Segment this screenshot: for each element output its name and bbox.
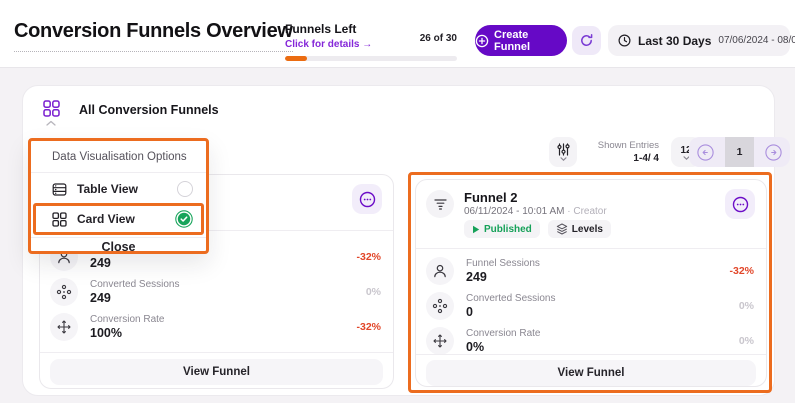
card-menu-button[interactable] [725, 189, 755, 219]
stat-converted-sessions: Converted Sessions 249 0% [40, 274, 393, 310]
grid-icon [43, 100, 60, 117]
stat-trend: -32% [356, 251, 381, 263]
funnel-creator: · Creator [567, 206, 606, 217]
clock-icon [618, 34, 631, 47]
stat-value: 249 [466, 270, 540, 284]
levels-badge: Levels [548, 220, 611, 238]
shown-entries-label: Shown Entries [579, 140, 659, 151]
shown-entries: Shown Entries 1-4/ 4 [579, 140, 659, 164]
divider [416, 354, 766, 355]
person-icon [426, 257, 454, 285]
divider [416, 248, 766, 249]
refresh-icon [579, 33, 594, 48]
funnel-card-2: Funnel 2 06/11/2024 - 10:01 AM · Creator… [415, 179, 767, 387]
table-icon [52, 182, 67, 197]
divider [31, 237, 206, 238]
page-number[interactable]: 1 [725, 137, 754, 167]
sliders-icon [557, 143, 570, 156]
chevron-up-icon[interactable] [46, 120, 56, 126]
badges: Published Levels [464, 220, 611, 238]
panel-title: All Conversion Funnels [79, 103, 219, 117]
plus-circle-icon [475, 34, 489, 48]
filter-sort-button[interactable] [549, 137, 577, 167]
prev-page-button[interactable] [689, 137, 722, 167]
cluster-icon [50, 278, 78, 306]
card-view-option[interactable]: Card View [33, 203, 204, 235]
funnels-left-widget: Funnels Left Click for details → 26 of 3… [285, 22, 457, 61]
card-view-label: Card View [77, 212, 135, 226]
data-visualisation-popup: Data Visualisation Options Table View Ca… [28, 138, 209, 254]
date-range-value: 07/06/2024 - 08/04/2024 [718, 35, 795, 46]
refresh-button[interactable] [572, 26, 601, 55]
stat-label: Conversion Rate [90, 314, 164, 325]
date-range-picker[interactable]: Last 30 Days 07/06/2024 - 08/04/2024 [608, 25, 790, 56]
check-circle-icon[interactable] [175, 210, 193, 228]
stat-trend: 0% [739, 335, 754, 347]
ellipsis-circle-icon [359, 191, 376, 208]
grid-icon [52, 212, 67, 227]
stat-trend: 0% [366, 286, 381, 298]
stat-label: Funnel Sessions [466, 258, 540, 269]
stat-label: Conversion Rate [466, 328, 540, 339]
pagination: 1 [689, 137, 790, 167]
stat-value: 0 [466, 305, 556, 319]
move-arrows-icon [50, 313, 78, 341]
play-icon [472, 225, 480, 234]
stat-value: 0% [466, 340, 540, 354]
popup-title: Data Visualisation Options [52, 151, 187, 163]
stat-value: 249 [90, 256, 111, 270]
stat-converted-sessions: Converted Sessions 0 0% [416, 288, 766, 324]
funnel-title: Funnel 2 [464, 190, 517, 205]
top-bar: Conversion Funnels Overview Funnels Left… [0, 0, 795, 68]
stat-value: 100% [90, 326, 164, 340]
create-funnel-label: Create Funnel [494, 29, 567, 53]
stat-label: Converted Sessions [466, 293, 556, 304]
create-funnel-button[interactable]: Create Funnel [475, 25, 567, 56]
chevron-down-icon [560, 157, 567, 161]
stat-trend: -32% [729, 265, 754, 277]
stat-value: 249 [90, 291, 180, 305]
funnels-left-count: 26 of 30 [420, 33, 457, 44]
stat-label: Converted Sessions [90, 279, 180, 290]
stat-trend: 0% [739, 300, 754, 312]
stat-conversion-rate: Conversion Rate 100% -32% [40, 309, 393, 345]
published-badge: Published [464, 220, 540, 238]
table-view-option[interactable]: Table View [31, 174, 206, 204]
view-funnel-button[interactable]: View Funnel [50, 359, 383, 385]
funnels-progress-fill [285, 56, 307, 61]
stat-trend: -32% [356, 321, 381, 333]
radio-unchecked-icon[interactable] [177, 181, 193, 197]
close-button[interactable]: Close [31, 240, 206, 254]
shown-entries-value: 1-4/ 4 [579, 153, 659, 164]
table-view-label: Table View [77, 182, 138, 196]
layers-icon [556, 223, 568, 235]
card-menu-button[interactable] [352, 184, 382, 214]
stat-funnel-sessions: Funnel Sessions 249 -32% [416, 253, 766, 289]
funnels-progress-track [285, 56, 457, 61]
funnel-icon [426, 190, 454, 218]
date-preset-label: Last 30 Days [638, 34, 711, 48]
view-funnel-button[interactable]: View Funnel [426, 360, 756, 386]
divider [31, 172, 206, 173]
move-arrows-icon [426, 327, 454, 355]
ellipsis-circle-icon [732, 196, 749, 213]
divider [40, 352, 393, 353]
cluster-icon [426, 292, 454, 320]
funnel-meta: 06/11/2024 - 10:01 AM · Creator [464, 206, 607, 217]
next-page-button[interactable] [757, 137, 790, 167]
page-title: Conversion Funnels Overview [14, 20, 293, 52]
